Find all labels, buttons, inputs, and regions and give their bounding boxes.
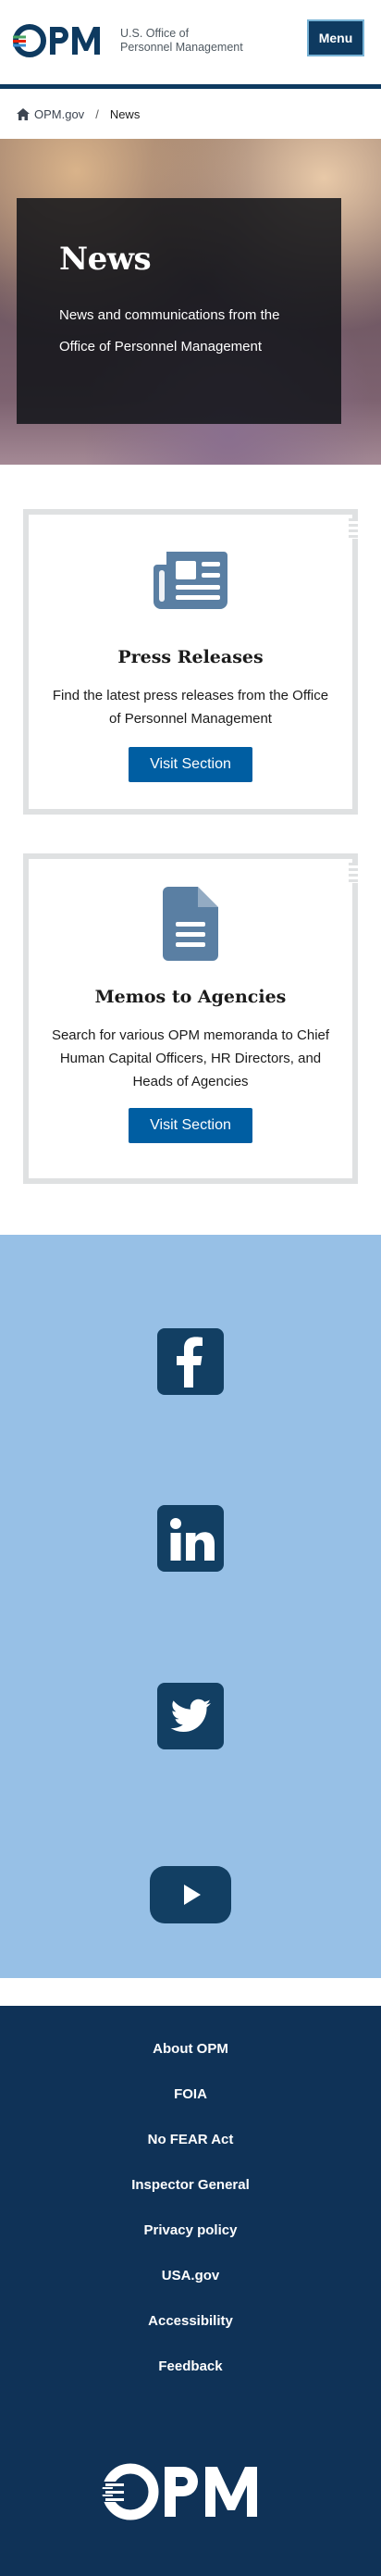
breadcrumb-home-label: OPM.gov (34, 106, 85, 121)
footer-link-no-fear-act[interactable]: No FEAR Act (0, 2132, 381, 2147)
linkedin-icon (170, 1518, 215, 1561)
page-title: News (59, 241, 152, 278)
breadcrumb-home-link[interactable]: OPM.gov (17, 107, 84, 121)
footer-link-privacy-policy[interactable]: Privacy policy (0, 2222, 381, 2238)
twitter-icon (170, 1699, 211, 1732)
footer-link-inspector-general[interactable]: Inspector General (0, 2177, 381, 2193)
agency-name: U.S. Office of Personnel Management (120, 27, 243, 55)
press-releases-card: Press Releases Find the latest press rel… (23, 509, 358, 815)
breadcrumb: OPM.gov / News (0, 89, 381, 139)
hero-subtitle: News and communications from the Office … (59, 307, 280, 355)
card-title: Press Releases (117, 647, 264, 667)
card-title: Memos to Agencies (94, 987, 287, 1007)
card-description: Find the latest press releases from the … (52, 688, 329, 727)
memos-to-agencies-card: Memos to Agencies Search for various OPM… (23, 853, 358, 1184)
opm-logo-icon (13, 24, 100, 57)
breadcrumb-current: News (109, 106, 141, 121)
site-header: U.S. Office of Personnel Management Menu (0, 0, 381, 89)
breadcrumb-separator: / (95, 106, 99, 121)
footer-link-usa-gov[interactable]: USA.gov (0, 2268, 381, 2284)
visit-section-button[interactable]: Visit Section (129, 747, 252, 782)
menu-button[interactable]: Menu (307, 19, 364, 56)
footer-link-feedback[interactable]: Feedback (0, 2358, 381, 2374)
agency-name-line2: Personnel Management (120, 41, 243, 54)
agency-name-line1: U.S. Office of (120, 27, 190, 40)
card-description: Search for various OPM memoranda to Chie… (51, 1027, 330, 1089)
facebook-link[interactable] (157, 1328, 224, 1395)
opm-footer-logo-icon (102, 2463, 257, 2520)
hero-card: News News and communications from the Of… (17, 198, 341, 424)
newspaper-icon (154, 552, 227, 609)
twitter-link[interactable] (157, 1683, 224, 1749)
opm-logo-link[interactable]: U.S. Office of Personnel Management (13, 24, 243, 57)
linkedin-link[interactable] (157, 1505, 224, 1572)
hero-banner: News News and communications from the Of… (0, 139, 381, 465)
document-icon (163, 887, 218, 961)
social-media-section (0, 1235, 381, 1978)
youtube-icon (184, 1885, 201, 1905)
visit-section-button[interactable]: Visit Section (129, 1108, 252, 1143)
home-icon (17, 107, 30, 120)
footer-link-accessibility[interactable]: Accessibility (0, 2313, 381, 2329)
facebook-icon (177, 1337, 203, 1388)
footer-link-about[interactable]: About OPM (0, 2041, 381, 2057)
footer-link-foia[interactable]: FOIA (0, 2086, 381, 2102)
youtube-link[interactable] (150, 1866, 231, 1923)
